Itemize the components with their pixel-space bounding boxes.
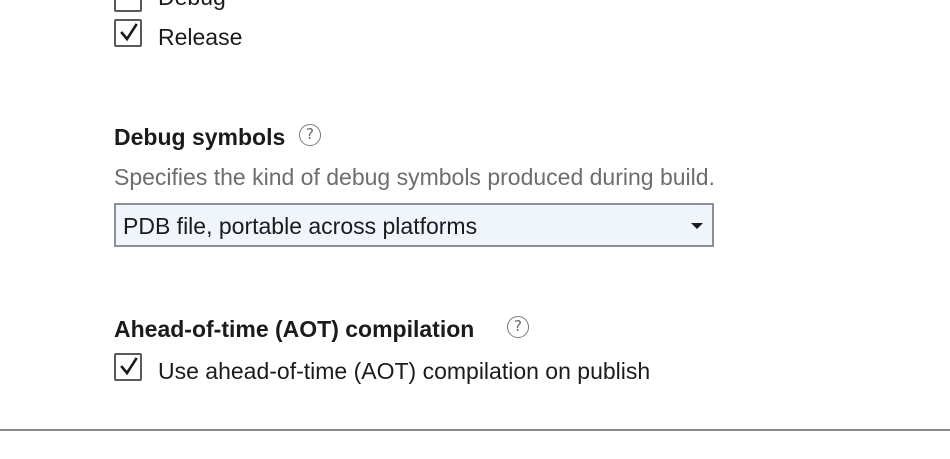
aot-checkbox[interactable] — [114, 353, 142, 381]
question-circle-icon[interactable]: ? — [299, 124, 321, 146]
question-circle-icon[interactable]: ? — [507, 316, 529, 338]
aot-checkbox-label: Use ahead-of-time (AOT) compilation on p… — [158, 358, 651, 384]
debug-checkbox[interactable] — [114, 0, 142, 12]
checkmark-icon — [120, 23, 138, 42]
aot-heading: Ahead-of-time (AOT) compilation — [114, 316, 475, 342]
debug-symbols-dropdown[interactable]: PDB file, portable across platforms — [114, 203, 714, 247]
debug-checkbox-label: Debug — [158, 0, 226, 11]
debug-symbols-description: Specifies the kind of debug symbols prod… — [114, 164, 715, 190]
section-divider — [0, 429, 950, 431]
chevron-down-icon — [691, 223, 703, 229]
checkmark-icon — [120, 357, 138, 376]
dropdown-selected-value: PDB file, portable across platforms — [123, 213, 478, 239]
release-checkbox-label: Release — [158, 24, 243, 50]
debug-symbols-heading: Debug symbols — [114, 124, 286, 150]
dropdown-arrow[interactable] — [682, 205, 712, 245]
release-checkbox[interactable] — [114, 19, 142, 47]
